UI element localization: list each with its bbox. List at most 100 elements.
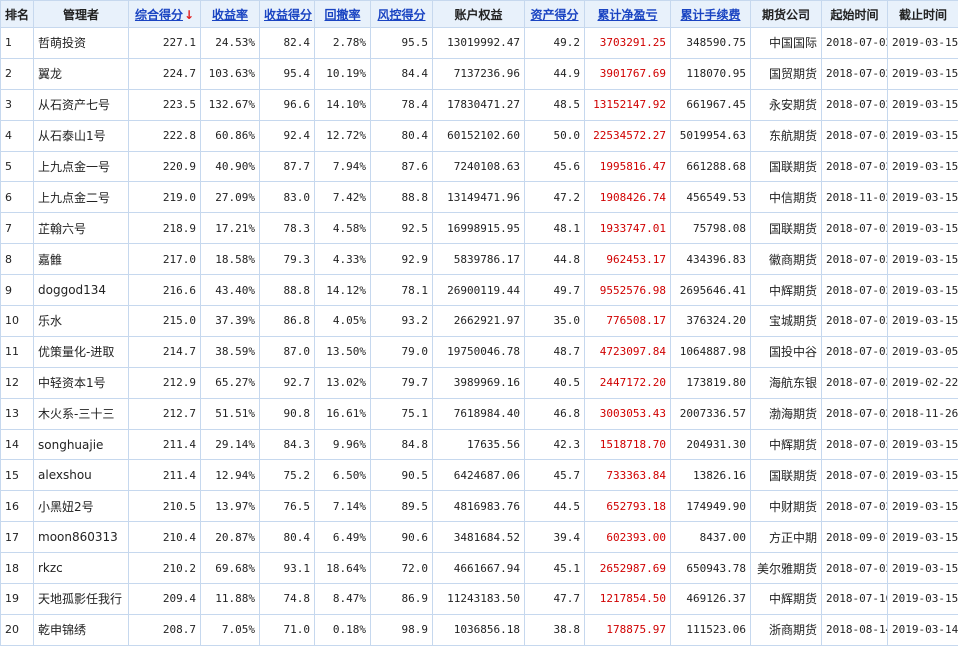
cell-drawdown-rate: 9.96% bbox=[315, 429, 371, 460]
cell-manager: 天地孤影任我行 bbox=[34, 584, 129, 615]
cell-risk-score: 98.9 bbox=[371, 614, 433, 645]
cell-futures-company: 方正中期 bbox=[751, 522, 822, 553]
cell-end-date: 2018-11-26 bbox=[888, 398, 958, 429]
cell-end-date: 2019-03-15 bbox=[888, 28, 958, 59]
cell-fees: 75798.08 bbox=[671, 213, 751, 244]
cell-start-date: 2018-07-02 bbox=[822, 244, 888, 275]
header-risk-score[interactable]: 风控得分 bbox=[371, 1, 433, 28]
cell-asset-score: 45.1 bbox=[525, 553, 585, 584]
cell-manager: moon860313 bbox=[34, 522, 129, 553]
cell-end-date: 2019-03-15 bbox=[888, 89, 958, 120]
header-return-score[interactable]: 收益得分 bbox=[260, 1, 315, 28]
cell-asset-score: 48.7 bbox=[525, 336, 585, 367]
cell-fees: 661967.45 bbox=[671, 89, 751, 120]
cell-drawdown-rate: 12.72% bbox=[315, 120, 371, 151]
cell-return-score: 82.4 bbox=[260, 28, 315, 59]
sort-link-return-score[interactable]: 收益得分 bbox=[264, 8, 312, 22]
cell-net-pnl: 652793.18 bbox=[585, 491, 671, 522]
cell-fees: 111523.06 bbox=[671, 614, 751, 645]
cell-futures-company: 国联期货 bbox=[751, 213, 822, 244]
cell-drawdown-rate: 18.64% bbox=[315, 553, 371, 584]
cell-net-pnl: 1217854.50 bbox=[585, 584, 671, 615]
header-fees[interactable]: 累计手续费 bbox=[671, 1, 751, 28]
cell-account-equity: 7137236.96 bbox=[433, 58, 525, 89]
cell-start-date: 2018-07-02 bbox=[822, 429, 888, 460]
cell-manager: doggod134 bbox=[34, 275, 129, 306]
cell-rank: 17 bbox=[1, 522, 34, 553]
cell-composite-score: 209.4 bbox=[129, 584, 201, 615]
cell-start-date: 2018-07-02 bbox=[822, 213, 888, 244]
cell-rank: 11 bbox=[1, 336, 34, 367]
sort-link-return-rate[interactable]: 收益率 bbox=[212, 8, 248, 22]
cell-return-rate: 60.86% bbox=[201, 120, 260, 151]
header-return-rate[interactable]: 收益率 bbox=[201, 1, 260, 28]
cell-risk-score: 93.2 bbox=[371, 306, 433, 337]
cell-manager: 翼龙 bbox=[34, 58, 129, 89]
cell-return-rate: 43.40% bbox=[201, 275, 260, 306]
cell-composite-score: 217.0 bbox=[129, 244, 201, 275]
cell-manager: 木火系-三十三 bbox=[34, 398, 129, 429]
cell-end-date: 2019-03-15 bbox=[888, 553, 958, 584]
cell-fees: 13826.16 bbox=[671, 460, 751, 491]
cell-end-date: 2019-02-22 bbox=[888, 367, 958, 398]
cell-net-pnl: 733363.84 bbox=[585, 460, 671, 491]
header-net-pnl[interactable]: 累计净盈亏 bbox=[585, 1, 671, 28]
cell-return-rate: 24.53% bbox=[201, 28, 260, 59]
cell-drawdown-rate: 0.18% bbox=[315, 614, 371, 645]
cell-futures-company: 浙商期货 bbox=[751, 614, 822, 645]
cell-rank: 12 bbox=[1, 367, 34, 398]
cell-risk-score: 78.4 bbox=[371, 89, 433, 120]
cell-futures-company: 宝城期货 bbox=[751, 306, 822, 337]
cell-composite-score: 210.5 bbox=[129, 491, 201, 522]
cell-return-score: 83.0 bbox=[260, 182, 315, 213]
table-body: 1哲萌投资227.124.53%82.42.78%95.513019992.47… bbox=[1, 28, 958, 646]
cell-futures-company: 中辉期货 bbox=[751, 275, 822, 306]
cell-drawdown-rate: 14.12% bbox=[315, 275, 371, 306]
cell-account-equity: 17635.56 bbox=[433, 429, 525, 460]
sort-link-asset-score[interactable]: 资产得分 bbox=[530, 8, 578, 22]
table-row: 9doggod134216.643.40%88.814.12%78.126900… bbox=[1, 275, 958, 306]
cell-return-score: 80.4 bbox=[260, 522, 315, 553]
sort-link-drawdown-rate[interactable]: 回撤率 bbox=[324, 8, 360, 22]
cell-return-score: 75.2 bbox=[260, 460, 315, 491]
cell-manager: 乐水 bbox=[34, 306, 129, 337]
cell-start-date: 2018-07-02 bbox=[822, 553, 888, 584]
cell-asset-score: 42.3 bbox=[525, 429, 585, 460]
cell-futures-company: 徽商期货 bbox=[751, 244, 822, 275]
header-start-date: 起始时间 bbox=[822, 1, 888, 28]
cell-drawdown-rate: 6.50% bbox=[315, 460, 371, 491]
cell-account-equity: 16998915.95 bbox=[433, 213, 525, 244]
sort-desc-arrow-icon[interactable]: ↓ bbox=[184, 8, 194, 22]
cell-fees: 434396.83 bbox=[671, 244, 751, 275]
cell-return-score: 90.8 bbox=[260, 398, 315, 429]
table-row: 19天地孤影任我行209.411.88%74.88.47%86.91124318… bbox=[1, 584, 958, 615]
cell-drawdown-rate: 4.58% bbox=[315, 213, 371, 244]
cell-start-date: 2018-07-02 bbox=[822, 398, 888, 429]
cell-account-equity: 4816983.76 bbox=[433, 491, 525, 522]
cell-net-pnl: 1933747.01 bbox=[585, 213, 671, 244]
sort-link-risk-score[interactable]: 风控得分 bbox=[377, 8, 425, 22]
cell-manager: 芷翰六号 bbox=[34, 213, 129, 244]
cell-account-equity: 7618984.40 bbox=[433, 398, 525, 429]
sort-link-composite-score[interactable]: 综合得分 bbox=[135, 8, 183, 22]
sort-link-fees[interactable]: 累计手续费 bbox=[680, 8, 740, 22]
cell-composite-score: 212.9 bbox=[129, 367, 201, 398]
cell-risk-score: 92.9 bbox=[371, 244, 433, 275]
header-asset-score[interactable]: 资产得分 bbox=[525, 1, 585, 28]
header-drawdown-rate[interactable]: 回撤率 bbox=[315, 1, 371, 28]
cell-drawdown-rate: 10.19% bbox=[315, 58, 371, 89]
cell-fees: 348590.75 bbox=[671, 28, 751, 59]
header-composite-score[interactable]: 综合得分↓ bbox=[129, 1, 201, 28]
cell-asset-score: 48.1 bbox=[525, 213, 585, 244]
cell-start-date: 2018-07-02 bbox=[822, 58, 888, 89]
cell-drawdown-rate: 13.02% bbox=[315, 367, 371, 398]
cell-net-pnl: 4723097.84 bbox=[585, 336, 671, 367]
cell-end-date: 2019-03-05 bbox=[888, 336, 958, 367]
cell-return-rate: 18.58% bbox=[201, 244, 260, 275]
cell-risk-score: 79.0 bbox=[371, 336, 433, 367]
cell-return-rate: 29.14% bbox=[201, 429, 260, 460]
cell-futures-company: 国贸期货 bbox=[751, 58, 822, 89]
cell-return-score: 86.8 bbox=[260, 306, 315, 337]
sort-link-net-pnl[interactable]: 累计净盈亏 bbox=[597, 8, 657, 22]
cell-return-score: 79.3 bbox=[260, 244, 315, 275]
